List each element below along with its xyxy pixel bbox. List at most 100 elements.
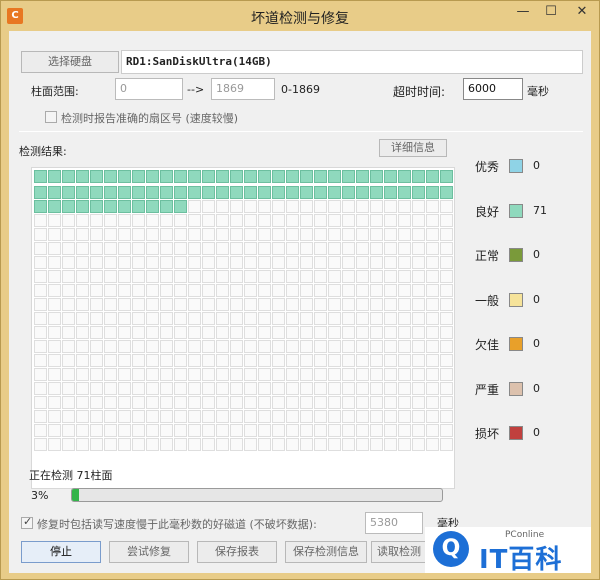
cylinder-cell <box>370 298 383 311</box>
select-disk-button[interactable]: 选择硬盘 <box>21 51 119 73</box>
cylinder-cell <box>160 424 173 437</box>
range-start-input[interactable]: 0 <box>115 78 183 100</box>
cylinder-cell <box>286 228 299 241</box>
cylinder-cell <box>426 284 439 297</box>
cylinder-cell <box>146 270 159 283</box>
cylinder-cell <box>384 340 397 353</box>
cylinder-cell <box>202 170 215 183</box>
cylinder-cell <box>426 170 439 183</box>
cylinder-cell <box>188 438 201 451</box>
try-repair-button[interactable]: 尝试修复 <box>109 541 189 563</box>
cylinder-cell <box>202 270 215 283</box>
cylinder-cell <box>48 368 61 381</box>
range-end-input[interactable]: 1869 <box>211 78 275 100</box>
cylinder-cell <box>34 424 47 437</box>
cylinder-cell <box>440 170 453 183</box>
cylinder-cell <box>384 396 397 409</box>
cylinder-cell <box>342 424 355 437</box>
cylinder-cell <box>174 298 187 311</box>
cylinder-cell <box>216 382 229 395</box>
cylinder-cell <box>440 270 453 283</box>
cylinder-cell <box>440 340 453 353</box>
save-info-button[interactable]: 保存检测信息 <box>285 541 367 563</box>
cylinder-cell <box>384 382 397 395</box>
cylinder-cell <box>342 186 355 199</box>
cylinder-cell <box>398 256 411 269</box>
report-sector-checkbox[interactable] <box>45 111 57 123</box>
cylinder-cell <box>370 396 383 409</box>
maximize-icon[interactable]: ☐ <box>537 1 565 23</box>
cylinder-cell <box>314 326 327 339</box>
cylinder-cell <box>76 214 89 227</box>
cylinder-cell <box>90 186 103 199</box>
cylinder-cell <box>160 284 173 297</box>
title-bar[interactable]: C 坏道检测与修复 — ☐ ✕ <box>1 1 599 31</box>
cylinder-cell <box>300 214 313 227</box>
cylinder-cell <box>62 368 75 381</box>
cylinder-cell <box>426 270 439 283</box>
cylinder-cell <box>160 186 173 199</box>
legend-label: 损坏 <box>475 427 500 441</box>
cylinder-cell <box>356 340 369 353</box>
cylinder-cell <box>314 438 327 451</box>
cylinder-cell <box>34 438 47 451</box>
read-info-button[interactable]: 读取检测 <box>371 541 427 563</box>
repair-slow-checkbox[interactable] <box>21 515 33 529</box>
cylinder-cell <box>76 340 89 353</box>
legend-label: 正常 <box>475 249 500 263</box>
cylinder-cell <box>230 214 243 227</box>
cylinder-cell <box>230 396 243 409</box>
cylinder-cell <box>188 368 201 381</box>
cylinder-cell <box>342 382 355 395</box>
cylinder-cell <box>188 354 201 367</box>
cylinder-cell <box>426 438 439 451</box>
cylinder-cell <box>328 284 341 297</box>
cylinder-cell <box>314 368 327 381</box>
cylinder-cell <box>48 326 61 339</box>
timeout-input[interactable]: 6000 <box>463 78 523 100</box>
minimize-icon[interactable]: — <box>509 1 537 23</box>
cylinder-cell <box>62 410 75 423</box>
cylinder-cell <box>328 382 341 395</box>
cylinder-cell <box>398 396 411 409</box>
cylinder-cell <box>272 340 285 353</box>
cylinder-cell <box>174 396 187 409</box>
cylinder-cell <box>328 214 341 227</box>
cylinder-cell <box>216 312 229 325</box>
cylinder-cell <box>272 256 285 269</box>
cylinder-cell <box>286 396 299 409</box>
cylinder-cell <box>370 214 383 227</box>
cylinder-cell <box>90 312 103 325</box>
range-arrow: --> <box>187 83 205 96</box>
cylinder-cell <box>62 228 75 241</box>
cylinder-cell <box>216 396 229 409</box>
cylinder-cell <box>370 186 383 199</box>
cylinder-cell <box>146 312 159 325</box>
repair-threshold-input[interactable]: 5380 <box>365 512 423 534</box>
cylinder-cell <box>244 298 257 311</box>
cylinder-cell <box>62 270 75 283</box>
cylinder-cell <box>34 200 47 213</box>
cylinder-cell <box>118 396 131 409</box>
cylinder-cell <box>272 424 285 437</box>
cylinder-cell <box>426 410 439 423</box>
close-icon[interactable]: ✕ <box>565 1 599 23</box>
cylinder-cell <box>258 312 271 325</box>
cylinder-cell <box>76 256 89 269</box>
cylinder-cell <box>230 354 243 367</box>
save-report-button[interactable]: 保存报表 <box>197 541 277 563</box>
cylinder-cell <box>328 270 341 283</box>
stop-button[interactable]: 停止 <box>21 541 101 563</box>
cylinder-cell <box>202 368 215 381</box>
cylinder-cell <box>104 214 117 227</box>
cylinder-cell <box>272 170 285 183</box>
cylinder-cell <box>132 270 145 283</box>
cylinder-cell <box>314 312 327 325</box>
cylinder-cell <box>244 424 257 437</box>
cylinder-cell <box>328 242 341 255</box>
detail-info-button[interactable]: 详细信息 <box>379 139 447 157</box>
cylinder-cell <box>300 170 313 183</box>
cylinder-cell <box>286 340 299 353</box>
cylinder-cell <box>342 242 355 255</box>
cylinder-cell <box>384 214 397 227</box>
